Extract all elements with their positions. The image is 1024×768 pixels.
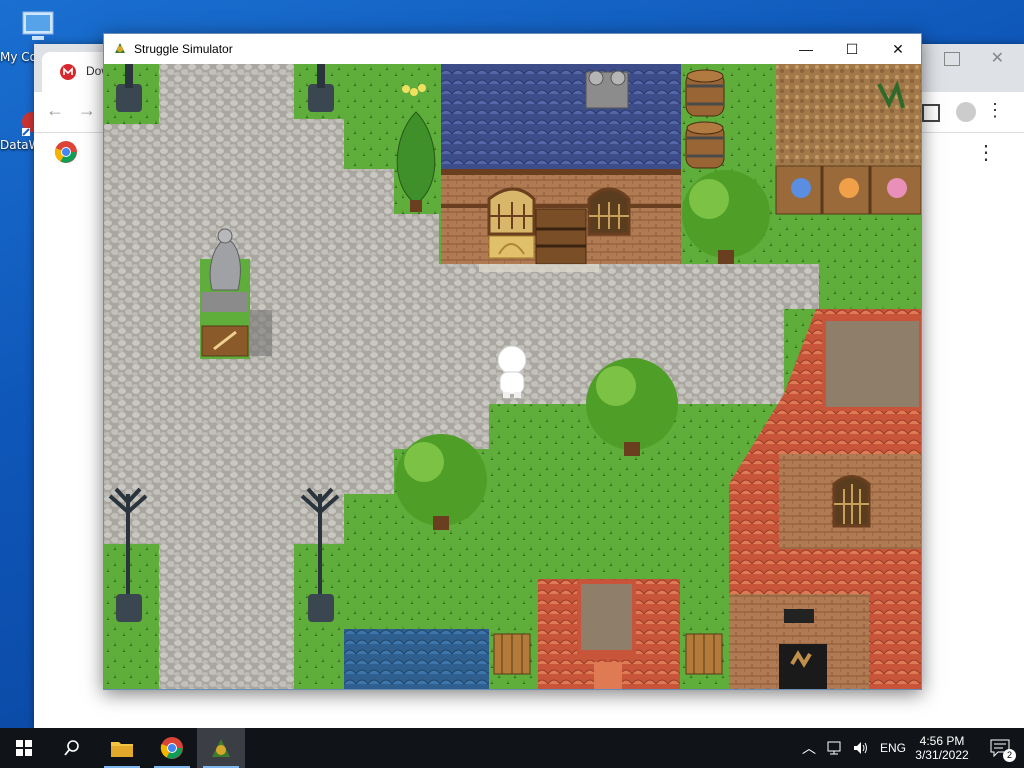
file-explorer-icon [111, 742, 133, 757]
game-icon [115, 43, 125, 53]
windows-start-icon [16, 740, 32, 756]
forward-icon[interactable]: → [78, 100, 96, 121]
maximize-button[interactable]: ☐ [829, 34, 875, 64]
clock-date: 3/31/2022 [915, 748, 969, 762]
network-icon[interactable] [826, 740, 844, 756]
game-canvas[interactable] [104, 64, 921, 689]
notification-center-button[interactable]: 2 [976, 728, 1024, 768]
chrome-taskbar-button[interactable] [148, 728, 196, 768]
close-icon: ✕ [892, 40, 904, 57]
browser-maximize-button[interactable] [944, 52, 960, 66]
close-button[interactable]: ✕ [875, 34, 921, 64]
page-menu-icon[interactable]: ⋮ [976, 140, 996, 165]
house [441, 64, 681, 272]
search-icon [64, 740, 79, 756]
notification-badge: 2 [1003, 749, 1016, 762]
chrome-logo-icon [54, 141, 77, 163]
clock[interactable]: 4:56 PM 3/31/2022 [912, 728, 972, 768]
game-taskbar-button[interactable] [197, 728, 245, 768]
clock-time: 4:56 PM [919, 734, 965, 748]
system-tray: ︿ ENG [802, 728, 916, 768]
minimize-button[interactable]: — [783, 34, 829, 64]
game-map [104, 64, 921, 689]
volume-icon[interactable] [852, 740, 870, 756]
house [344, 629, 489, 689]
game-window[interactable]: Struggle Simulator — ☐ ✕ [103, 33, 922, 690]
chrome-icon [160, 737, 183, 759]
back-icon[interactable]: ← [46, 100, 64, 121]
house [538, 579, 680, 689]
taskbar: ︿ ENG 4:56 PM 3/31/2022 2 [0, 728, 1024, 768]
maximize-icon: ☐ [845, 40, 859, 57]
start-button[interactable] [0, 728, 48, 768]
search-button[interactable] [48, 728, 96, 768]
flower-planter [775, 64, 921, 215]
sidebar-icon[interactable] [922, 104, 940, 122]
chevron-up-icon[interactable]: ︿ [802, 738, 816, 758]
menu-icon[interactable]: ⋮ [986, 100, 1004, 121]
language-indicator[interactable]: ENG [880, 741, 906, 755]
game-icon [212, 739, 230, 757]
mega-icon [60, 64, 76, 80]
minimize-icon: — [799, 41, 813, 57]
desktop-icon-label: My Co [0, 50, 37, 64]
title-bar[interactable]: Struggle Simulator — ☐ ✕ [104, 34, 921, 64]
profile-icon[interactable] [956, 102, 976, 122]
browser-close-button[interactable]: ✕ [991, 48, 1004, 68]
window-title: Struggle Simulator [134, 42, 233, 56]
file-explorer-button[interactable] [98, 728, 146, 768]
